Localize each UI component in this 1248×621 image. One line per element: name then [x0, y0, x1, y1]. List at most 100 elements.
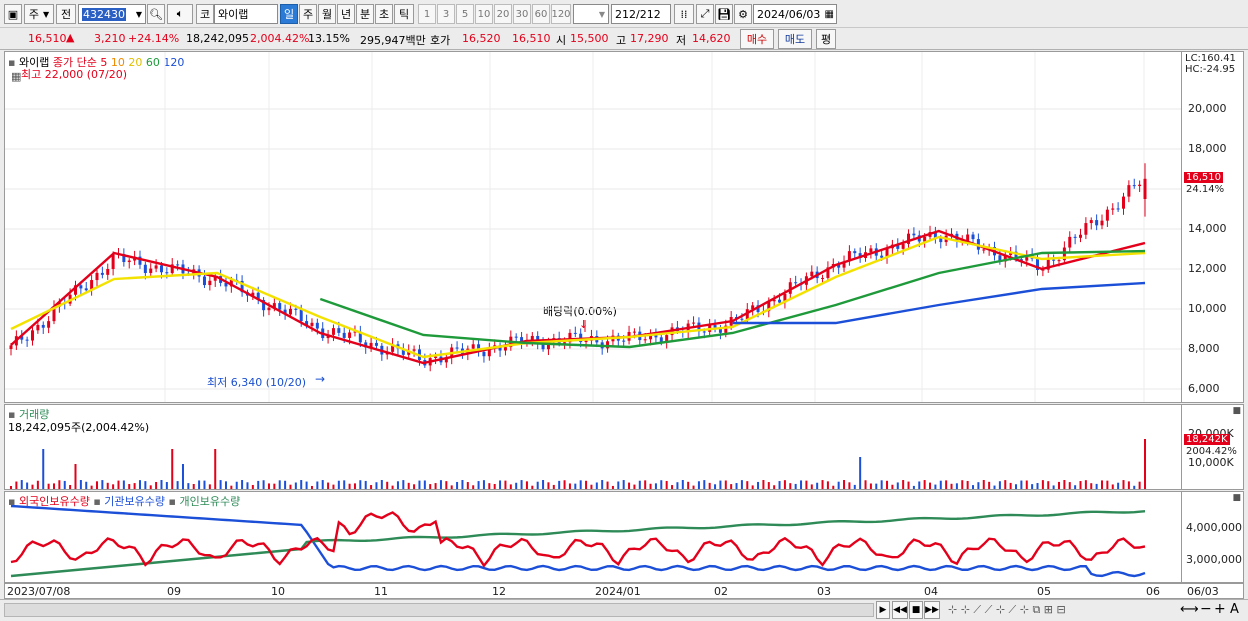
last-date-label: 06/03	[1187, 585, 1219, 598]
period-tick-button[interactable]: 틱	[394, 4, 414, 24]
volume-bar	[945, 480, 948, 489]
forward-icon[interactable]: ▶▶	[924, 601, 940, 619]
calendar-icon[interactable]: ▦	[825, 9, 834, 20]
stock-name-field[interactable]: 와이랩	[214, 4, 278, 24]
chevron-down-icon: ▼	[135, 9, 142, 19]
zoom-out-icon[interactable]: ⟷	[1180, 602, 1199, 617]
volume-bar	[1084, 480, 1087, 489]
volume-bar	[219, 480, 222, 489]
market-select[interactable]: 주 ▼	[24, 4, 54, 24]
font-size-icon[interactable]: A	[1230, 602, 1239, 617]
x-tick: 02	[714, 585, 728, 598]
candle-body	[514, 336, 518, 338]
x-tick: 2023/07/08	[7, 585, 71, 598]
volume-chart[interactable]	[5, 405, 1181, 489]
candle-body	[1132, 185, 1136, 187]
volume-bar	[1122, 480, 1125, 489]
period-day-button[interactable]: 일	[280, 4, 298, 24]
interval-30-button[interactable]: 30	[513, 4, 531, 24]
interval-1-button[interactable]: 1	[418, 4, 436, 24]
panel-close-icon[interactable]: ■	[1232, 406, 1241, 416]
buy-button[interactable]: 매수	[740, 29, 774, 49]
interval-120-button[interactable]: 120	[551, 4, 571, 24]
candle-body	[299, 309, 303, 322]
candle-body	[1127, 185, 1131, 197]
interval-5-button[interactable]: 5	[456, 4, 474, 24]
zoom-icon[interactable]: ⤢	[696, 4, 714, 24]
period-second-button[interactable]: 초	[375, 4, 393, 24]
volume-bar	[574, 483, 577, 489]
sell-button[interactable]: 매도	[778, 29, 812, 49]
volume-bar	[681, 480, 684, 489]
candle-body	[36, 324, 40, 331]
interval-custom-select[interactable]: ▼	[573, 4, 609, 24]
candle-body	[154, 265, 158, 269]
candle-body	[573, 332, 577, 334]
volume-bar	[69, 485, 72, 489]
volume-bar	[364, 480, 367, 489]
rewind-icon[interactable]: ◀◀	[892, 601, 908, 619]
candle-body	[100, 272, 104, 275]
code-input[interactable]: 432430 ▼	[78, 4, 146, 24]
exchange-icon[interactable]: 코	[196, 4, 214, 24]
interval-20-button[interactable]: 20	[494, 4, 512, 24]
volume-bar	[778, 481, 781, 489]
interval-3-button[interactable]: 3	[437, 4, 455, 24]
candle-body	[331, 328, 335, 335]
grid-icon[interactable]: ⁞⁞	[674, 4, 694, 24]
candle-body	[165, 272, 169, 274]
candle-body	[643, 339, 647, 341]
volume-bar	[321, 480, 324, 489]
volume-bar	[886, 480, 889, 489]
drawing-tools-icon[interactable]: ⊹ ⊹ ⟋ ⟋ ⊹ ⟋ ⊹ ⧉ ⊞ ⊟	[948, 603, 1066, 617]
plus-icon[interactable]: +	[1214, 601, 1226, 617]
window-icon[interactable]: ▣	[4, 4, 22, 24]
volume-bar	[391, 485, 394, 489]
date-input[interactable]: 2024/06/03 ▦	[753, 4, 837, 24]
period-year-button[interactable]: 년	[337, 4, 355, 24]
scroll-right-icon[interactable]: ▶	[876, 601, 890, 619]
search-icon[interactable]: 🔍︎	[147, 4, 165, 24]
volume-bar	[547, 482, 550, 489]
candle-body	[821, 277, 825, 279]
eval-button[interactable]: 평	[816, 29, 836, 49]
volume-bar	[730, 484, 733, 489]
volume-bar	[966, 480, 969, 489]
volume-bar	[789, 483, 792, 489]
x-tick: 12	[492, 585, 506, 598]
scrollbar-track[interactable]	[4, 603, 874, 617]
minus-icon[interactable]: −	[1200, 601, 1212, 617]
period-month-button[interactable]: 월	[318, 4, 336, 24]
volume-bar	[198, 480, 201, 489]
volume-bar	[133, 483, 136, 489]
price-panel: ▪ 와이랩 종가 단순 5 10 20 60 120 최고 22,000 (07…	[4, 51, 1244, 403]
toolbar: ▣ 주 ▼ 전 432430 ▼ 🔍︎ 🔈︎ 코 와이랩 일 주 월 년 분 초 …	[0, 0, 1248, 28]
volume-bar	[703, 480, 706, 489]
volume-bar	[988, 481, 991, 489]
volume-bar	[289, 484, 292, 489]
candle-body	[810, 271, 814, 277]
chevron-down-icon: ▼	[42, 9, 50, 19]
volume-bar	[961, 480, 964, 489]
scope-button[interactable]: 전	[56, 4, 76, 24]
stop-icon[interactable]: ■	[909, 601, 923, 619]
period-week-button[interactable]: 주	[299, 4, 317, 24]
volume-bar	[568, 483, 571, 489]
gear-icon[interactable]: ⚙	[734, 4, 752, 24]
volume-bar	[644, 480, 647, 489]
period-minute-button[interactable]: 분	[356, 4, 374, 24]
volume-bar	[122, 480, 125, 489]
volume-bar	[1106, 480, 1109, 489]
change-value: 3,210	[94, 32, 126, 45]
volume-bar	[611, 485, 614, 489]
price-chart[interactable]	[5, 52, 1181, 402]
speaker-icon[interactable]: 🔈︎	[167, 4, 193, 24]
volume-bar	[482, 480, 485, 489]
interval-60-button[interactable]: 60	[532, 4, 550, 24]
save-icon[interactable]: 💾︎	[715, 4, 733, 24]
panel-close-icon[interactable]: ■	[1232, 493, 1241, 503]
holdings-chart[interactable]	[5, 492, 1181, 582]
count-field[interactable]: 212/212	[611, 4, 671, 24]
volume-bar	[826, 481, 829, 489]
interval-10-button[interactable]: 10	[475, 4, 493, 24]
